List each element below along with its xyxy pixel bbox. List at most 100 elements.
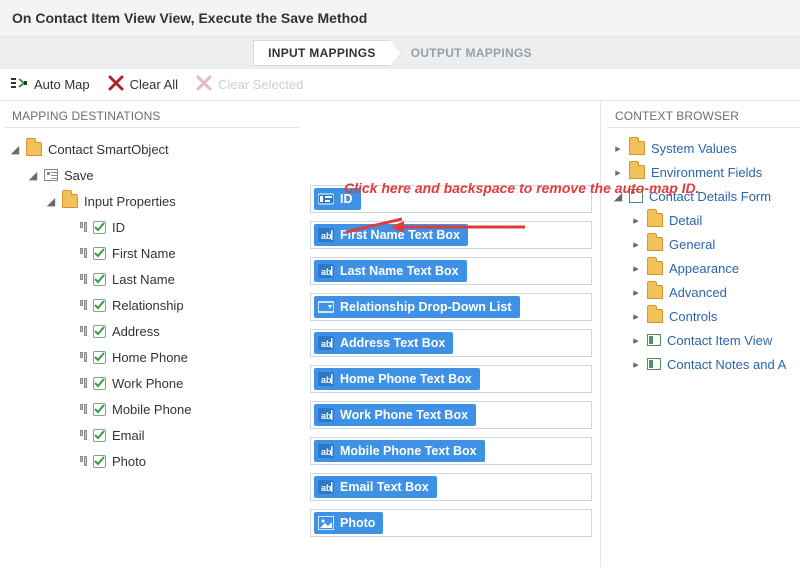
context-item[interactable]: ▸Controls xyxy=(613,304,794,328)
tree-property[interactable]: ◢Relationship xyxy=(10,292,294,318)
mapping-input[interactable]: abHome Phone Text Box xyxy=(310,365,592,393)
property-label: Relationship xyxy=(112,298,184,313)
property-icon xyxy=(80,352,87,362)
expander-icon[interactable]: ▸ xyxy=(631,238,641,251)
checkbox-checked-icon[interactable] xyxy=(93,403,106,416)
expander-icon[interactable]: ▸ xyxy=(631,358,641,371)
context-item[interactable]: ▸Detail xyxy=(613,208,794,232)
context-browser-panel: CONTEXT BROWSER ▸System Values▸Environme… xyxy=(600,101,800,567)
expander-icon[interactable]: ▸ xyxy=(631,286,641,299)
mapping-input[interactable]: abWork Phone Text Box xyxy=(310,401,592,429)
context-item[interactable]: ▸General xyxy=(613,232,794,256)
token-label: Email Text Box xyxy=(340,480,429,494)
property-icon xyxy=(80,378,87,388)
tree-property[interactable]: ◢First Name xyxy=(10,240,294,266)
folder-icon xyxy=(647,213,663,227)
x-icon-disabled xyxy=(196,75,212,94)
expander-icon[interactable]: ▸ xyxy=(631,262,641,275)
mapping-input[interactable]: abMobile Phone Text Box xyxy=(310,437,592,465)
property-label: Mobile Phone xyxy=(112,402,192,417)
context-item[interactable]: ▸Contact Notes and A xyxy=(613,352,794,376)
mapping-values-panel: IDabFirst Name Text BoxabLast Name Text … xyxy=(300,101,600,567)
checkbox-checked-icon[interactable] xyxy=(93,273,106,286)
tab-input-mappings[interactable]: INPUT MAPPINGS xyxy=(253,40,390,66)
property-label: Address xyxy=(112,324,160,339)
expander-icon[interactable]: ▸ xyxy=(631,334,641,347)
tree-smartobject[interactable]: ◢ Contact SmartObject xyxy=(10,136,294,162)
expander-icon[interactable]: ▸ xyxy=(631,214,641,227)
tree-property[interactable]: ◢Last Name xyxy=(10,266,294,292)
automap-button[interactable]: Auto Map xyxy=(10,76,90,93)
property-icon xyxy=(80,326,87,336)
checkbox-checked-icon[interactable] xyxy=(93,351,106,364)
view-icon xyxy=(647,334,661,346)
checkbox-checked-icon[interactable] xyxy=(93,221,106,234)
method-icon xyxy=(44,169,58,181)
context-item[interactable]: ▸Appearance xyxy=(613,256,794,280)
mapping-token[interactable]: Relationship Drop-Down List xyxy=(314,296,520,318)
mapping-input[interactable]: Relationship Drop-Down List xyxy=(310,293,592,321)
context-label: Advanced xyxy=(669,285,727,300)
tab-output-mappings[interactable]: OUTPUT MAPPINGS xyxy=(390,40,547,66)
clearall-button[interactable]: Clear All xyxy=(108,75,178,94)
property-icon xyxy=(80,248,87,258)
tree-property[interactable]: ◢Photo xyxy=(10,448,294,474)
token-label: Work Phone Text Box xyxy=(340,408,468,422)
mapping-token[interactable]: abHome Phone Text Box xyxy=(314,368,480,390)
expander-icon[interactable]: ◢ xyxy=(10,143,20,156)
svg-text:ab: ab xyxy=(321,267,332,277)
mapping-token[interactable]: abAddress Text Box xyxy=(314,332,453,354)
checkbox-checked-icon[interactable] xyxy=(93,325,106,338)
tab-input-label: INPUT MAPPINGS xyxy=(268,46,376,60)
checkbox-checked-icon[interactable] xyxy=(93,247,106,260)
tree-property[interactable]: ◢ID xyxy=(10,214,294,240)
property-label: Photo xyxy=(112,454,146,469)
textbox-icon: ab xyxy=(318,227,334,243)
token-label: Relationship Drop-Down List xyxy=(340,300,512,314)
tree-property[interactable]: ◢Mobile Phone xyxy=(10,396,294,422)
context-item[interactable]: ▸Contact Item View xyxy=(613,328,794,352)
mapping-input[interactable]: Photo xyxy=(310,509,592,537)
mapping-token[interactable]: Photo xyxy=(314,512,383,534)
svg-text:ab: ab xyxy=(321,483,332,493)
expander-icon[interactable]: ▸ xyxy=(631,310,641,323)
automap-icon xyxy=(10,76,28,93)
view-icon xyxy=(647,358,661,370)
mapping-input[interactable]: ab Last Name Text Box xyxy=(310,257,592,285)
tree-property[interactable]: ◢Work Phone xyxy=(10,370,294,396)
context-item[interactable]: ▸ Advanced xyxy=(613,280,794,304)
mapping-token[interactable]: abMobile Phone Text Box xyxy=(314,440,485,462)
tree-property[interactable]: ◢Email xyxy=(10,422,294,448)
property-label: Work Phone xyxy=(112,376,183,391)
context-item[interactable]: ▸System Values xyxy=(613,136,794,160)
mapping-input[interactable]: ab Email Text Box xyxy=(310,473,592,501)
mapping-token[interactable]: abWork Phone Text Box xyxy=(314,404,476,426)
checkbox-checked-icon[interactable] xyxy=(93,377,106,390)
destinations-tree: ◢ Contact SmartObject ◢ Save ◢ Input Pro… xyxy=(4,134,300,474)
expander-icon[interactable]: ▸ xyxy=(613,142,623,155)
tree-property[interactable]: ◢Address xyxy=(10,318,294,344)
textbox-icon: ab xyxy=(318,371,334,387)
property-icon xyxy=(80,430,87,440)
tree-label: Contact SmartObject xyxy=(48,142,169,157)
tree-property[interactable]: ◢Home Phone xyxy=(10,344,294,370)
mapping-input[interactable]: abAddress Text Box xyxy=(310,329,592,357)
tree-inputprops[interactable]: ◢ Input Properties xyxy=(10,188,294,214)
expander-icon[interactable]: ▸ xyxy=(613,166,623,179)
property-icon xyxy=(80,456,87,466)
clearselected-label: Clear Selected xyxy=(218,77,303,92)
expander-icon[interactable]: ◢ xyxy=(28,169,38,182)
token-label: Last Name Text Box xyxy=(340,264,459,278)
checkbox-checked-icon[interactable] xyxy=(93,455,106,468)
mapping-token[interactable]: ab Last Name Text Box xyxy=(314,260,467,282)
tabs-row: INPUT MAPPINGS OUTPUT MAPPINGS xyxy=(0,37,800,69)
tree-method[interactable]: ◢ Save xyxy=(10,162,294,188)
context-label: Environment Fields xyxy=(651,165,762,180)
clearall-label: Clear All xyxy=(130,77,178,92)
mapping-token[interactable]: ab Email Text Box xyxy=(314,476,437,498)
property-icon xyxy=(80,274,87,284)
checkbox-checked-icon[interactable] xyxy=(93,299,106,312)
checkbox-checked-icon[interactable] xyxy=(93,429,106,442)
expander-icon[interactable]: ◢ xyxy=(46,195,56,208)
tree-label: Input Properties xyxy=(84,194,176,209)
